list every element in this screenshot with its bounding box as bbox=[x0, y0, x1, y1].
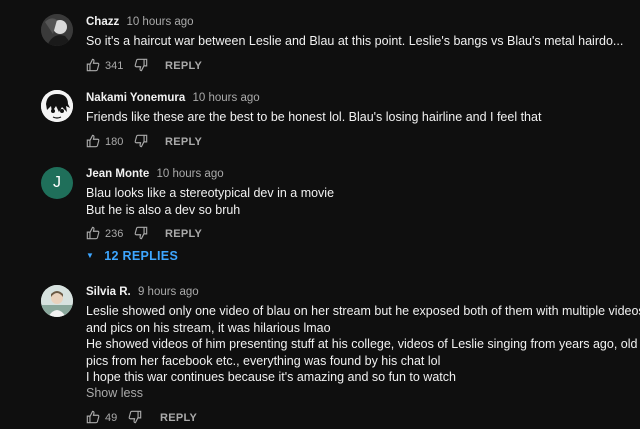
comment-line: Blau looks like a stereotypical dev in a… bbox=[86, 186, 335, 200]
comment-line: pics from her facebook etc., everything … bbox=[86, 353, 441, 368]
replies-count-label: 12 REPLIES bbox=[104, 249, 179, 263]
timestamp[interactable]: 10 hours ago bbox=[156, 168, 223, 180]
thumbs-down-icon[interactable] bbox=[134, 226, 148, 240]
comment-text: Leslie showed only one video of blau on … bbox=[86, 303, 640, 386]
comment-meta: Chazz 10 hours ago bbox=[86, 16, 194, 28]
show-less-button[interactable]: Show less bbox=[86, 386, 143, 400]
author-name[interactable]: Chazz bbox=[86, 16, 119, 28]
comment-line: But he is also a dev so bruh bbox=[86, 202, 241, 217]
avatar-letter: J bbox=[53, 174, 61, 191]
comment-line: He showed videos of him presenting stuff… bbox=[86, 337, 638, 351]
thumbs-down-icon[interactable] bbox=[134, 58, 148, 72]
comment-text: Friends like these are the best to be ho… bbox=[86, 109, 626, 126]
comment-line: Friends like these are the best to be ho… bbox=[86, 110, 542, 124]
reply-button[interactable]: REPLY bbox=[165, 136, 202, 148]
comment-line: and pics on his stream, it was hilarious… bbox=[86, 320, 331, 335]
timestamp[interactable]: 10 hours ago bbox=[126, 16, 193, 28]
comment-line: I hope this war continues because it's a… bbox=[86, 370, 456, 384]
author-name[interactable]: Nakami Yonemura bbox=[86, 92, 185, 104]
avatar[interactable] bbox=[41, 285, 73, 317]
thumbs-up-icon[interactable] bbox=[86, 58, 100, 72]
avatar[interactable]: J bbox=[41, 167, 73, 199]
thumbs-down-icon[interactable] bbox=[128, 410, 142, 424]
timestamp[interactable]: 9 hours ago bbox=[138, 286, 199, 298]
comment-line: So it's a haircut war between Leslie and… bbox=[86, 34, 624, 48]
caret-down-icon: ▼ bbox=[86, 251, 95, 260]
comment-meta: Silvia R. 9 hours ago bbox=[86, 286, 199, 298]
comment-text: So it's a haircut war between Leslie and… bbox=[86, 33, 626, 50]
reply-button[interactable]: REPLY bbox=[165, 228, 202, 240]
reply-button[interactable]: REPLY bbox=[160, 412, 197, 424]
thumbs-up-icon[interactable] bbox=[86, 226, 100, 240]
reply-button[interactable]: REPLY bbox=[165, 60, 202, 72]
author-name[interactable]: Jean Monte bbox=[86, 168, 149, 180]
view-replies-button[interactable]: ▼ 12 REPLIES bbox=[86, 249, 178, 263]
thumbs-down-icon[interactable] bbox=[134, 134, 148, 148]
comment-meta: Jean Monte 10 hours ago bbox=[86, 168, 224, 180]
thumbs-up-icon[interactable] bbox=[86, 410, 100, 424]
thumbs-up-icon[interactable] bbox=[86, 134, 100, 148]
author-name[interactable]: Silvia R. bbox=[86, 286, 131, 298]
timestamp[interactable]: 10 hours ago bbox=[193, 92, 260, 104]
comment-meta: Nakami Yonemura 10 hours ago bbox=[86, 92, 260, 104]
comment-line: Leslie showed only one video of blau on … bbox=[86, 304, 640, 318]
like-count: 49 bbox=[105, 412, 118, 424]
comment-text: Blau looks like a stereotypical dev in a… bbox=[86, 185, 626, 218]
like-count: 180 bbox=[105, 136, 124, 148]
like-count: 236 bbox=[105, 228, 124, 240]
avatar[interactable] bbox=[41, 14, 73, 46]
like-count: 341 bbox=[105, 60, 124, 72]
avatar[interactable] bbox=[41, 90, 73, 122]
